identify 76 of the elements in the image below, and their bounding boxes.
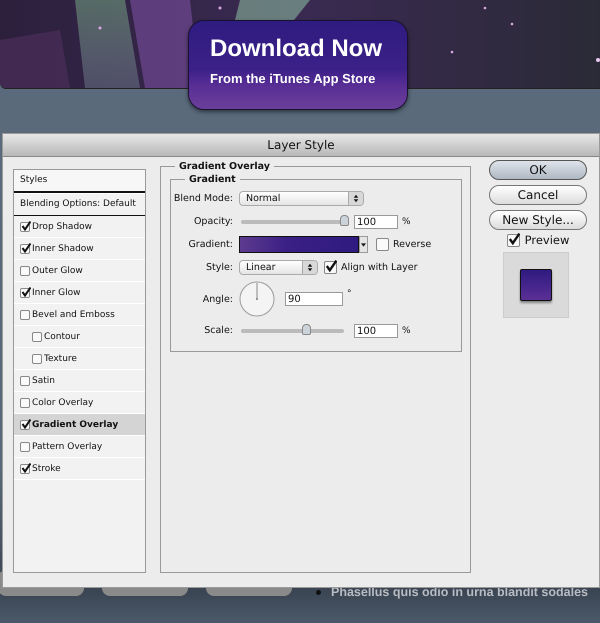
effect-label: Outer Glow	[32, 266, 83, 276]
checkbox[interactable]	[20, 222, 30, 232]
checkbox[interactable]	[20, 244, 30, 254]
blending-options-item[interactable]: Blending Options: Default	[14, 193, 145, 216]
checkbox[interactable]	[20, 398, 30, 408]
window-title: Layer Style	[267, 138, 335, 152]
effect-item[interactable]: Inner Glow	[14, 282, 145, 304]
field-label: Scale:	[203, 325, 233, 336]
download-title: Download Now	[210, 35, 382, 63]
effect-label: Texture	[44, 354, 77, 364]
field-label: Style:	[204, 262, 233, 273]
effect-label: Drop Shadow	[32, 222, 92, 232]
effect-label: Inner Glow	[32, 288, 81, 298]
effect-item[interactable]: Stroke	[14, 458, 145, 480]
effect-label: Pattern Overlay	[32, 442, 102, 452]
effect-label: Stroke	[32, 464, 61, 474]
bullet-text: Phasellus quis odio in urna blandit sodales	[331, 585, 588, 599]
checkbox[interactable]	[20, 464, 30, 474]
dialog-button[interactable]: New Style...	[489, 210, 587, 230]
checkbox[interactable]	[324, 261, 337, 274]
field-label: Angle:	[202, 294, 233, 304]
stepper-icon	[307, 263, 313, 272]
section-title: Gradient Overlay	[178, 161, 271, 172]
effect-item[interactable]: Outer Glow	[14, 260, 145, 282]
effect-label: Bevel and Emboss	[32, 310, 115, 320]
effect-item[interactable]: Drop Shadow	[14, 216, 145, 238]
checkbox[interactable]	[20, 376, 30, 386]
group-title: Gradient	[188, 174, 237, 185]
slider-thumb[interactable]	[302, 324, 311, 334]
checkbox-label: Align with Layer	[341, 262, 418, 273]
effect-item[interactable]: Bevel and Emboss	[14, 304, 145, 326]
effect-label: Contour	[44, 332, 80, 342]
effect-label: Satin	[32, 376, 55, 386]
effect-item[interactable]: Satin	[14, 370, 145, 392]
unit-label: %	[402, 216, 411, 226]
style-dropdown[interactable]: Linear	[239, 260, 318, 275]
checkbox-label: Reverse	[393, 239, 432, 250]
scale-field[interactable]: 100	[354, 324, 398, 338]
dialog-button[interactable]: OK	[489, 160, 587, 180]
effect-item[interactable]: Inner Shadow	[14, 238, 145, 260]
dialog-button[interactable]: Cancel	[489, 185, 587, 205]
blend-mode-dropdown[interactable]: Normal	[239, 191, 364, 206]
opacity-field[interactable]: 100	[354, 214, 398, 228]
checkbox[interactable]	[376, 238, 389, 251]
caret-icon	[361, 242, 366, 246]
stepper-icon	[353, 194, 359, 203]
slider-thumb[interactable]	[340, 214, 349, 226]
effect-item[interactable]: Contour	[14, 326, 145, 348]
field-label: Opacity:	[192, 216, 233, 227]
bullet-icon	[316, 590, 321, 594]
checkbox[interactable]	[20, 266, 30, 276]
download-subtitle: From the iTunes App Store	[210, 71, 376, 86]
effect-label: Gradient Overlay	[32, 420, 118, 430]
preview-swatch	[520, 269, 552, 301]
effect-item[interactable]: Texture	[14, 348, 145, 370]
gradient-picker[interactable]	[239, 236, 368, 253]
angle-field[interactable]: 90	[285, 292, 343, 306]
checkbox[interactable]	[32, 332, 42, 342]
checkbox[interactable]	[20, 420, 30, 430]
checkbox[interactable]	[32, 354, 42, 364]
checkbox[interactable]	[506, 234, 520, 246]
effect-label: Inner Shadow	[32, 244, 94, 254]
effect-item[interactable]: Gradient Overlay	[14, 414, 145, 436]
angle-dial[interactable]	[239, 281, 275, 317]
field-label: Gradient:	[187, 239, 233, 250]
effect-item[interactable]: Pattern Overlay	[14, 436, 145, 458]
checkbox[interactable]	[20, 310, 30, 320]
effect-label: Color Overlay	[32, 398, 94, 408]
checkbox[interactable]	[20, 288, 30, 298]
field-label: Blend Mode:	[172, 193, 233, 204]
unit-label: °	[347, 289, 352, 299]
download-button[interactable]: Download Now From the iTunes App Store	[188, 20, 408, 110]
unit-label: %	[402, 326, 411, 336]
checkbox[interactable]	[20, 442, 30, 452]
styles-header[interactable]: Styles	[14, 170, 145, 193]
checkbox-label: Preview	[524, 233, 570, 247]
